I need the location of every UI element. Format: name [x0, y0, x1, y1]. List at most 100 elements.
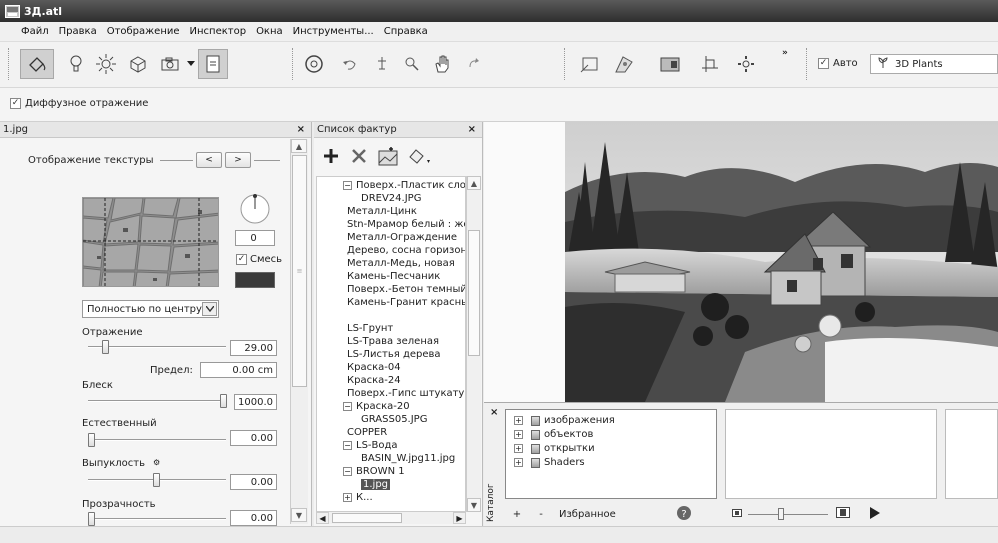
chevron-down-icon[interactable] [202, 302, 217, 316]
texture-list-item[interactable]: −Поверх.-Пластик слоистый [343, 179, 465, 192]
transparency-slider-track[interactable] [88, 518, 226, 520]
expand-icon[interactable]: + [343, 492, 352, 502]
camera-icon[interactable] [156, 49, 184, 79]
mix-checkbox[interactable]: ✓ Смесь [236, 254, 282, 265]
menu-file[interactable]: Файл [16, 26, 54, 37]
texture-list-item[interactable]: BASIN_W.jpg11.jpg [361, 452, 455, 465]
texture-list-vscrollbar[interactable]: ▲ ▼ [466, 176, 481, 512]
texture-list-item[interactable]: Дерево, сосна горизонтальная [347, 244, 465, 257]
library-selector[interactable]: 3D Plants [870, 54, 998, 74]
auto-check-box[interactable]: ✓ [818, 58, 829, 69]
large-thumbnail-icon[interactable] [835, 507, 850, 521]
scroll-up-icon[interactable]: ▲ [467, 176, 481, 190]
help-icon[interactable]: ? [676, 505, 692, 524]
catalog-folder-images[interactable]: + изображения [514, 414, 615, 427]
settings-gear-icon[interactable] [732, 49, 760, 79]
paint-bucket-icon[interactable] [20, 49, 54, 79]
expand-icon[interactable]: + [514, 416, 523, 425]
catalog-content-pane[interactable] [725, 409, 937, 499]
orbit-icon[interactable] [300, 49, 328, 79]
rotate-icon[interactable] [368, 49, 396, 79]
catalog-folder-objects[interactable]: + объектов [514, 428, 593, 441]
collapse-icon[interactable]: − [343, 180, 352, 190]
catalog-tree[interactable]: + изображения + объектов + открытки + Shader… [505, 409, 717, 499]
thumbnail-size-slider[interactable] [747, 508, 828, 520]
bump-field[interactable]: 0.00 [230, 474, 277, 490]
prev-button[interactable]: < [196, 152, 222, 168]
delete-texture-icon[interactable] [349, 146, 369, 169]
small-thumbnail-icon[interactable] [731, 508, 742, 520]
scroll-thumb[interactable] [332, 513, 402, 523]
menu-edit[interactable]: Правка [54, 26, 102, 37]
collapse-icon[interactable]: − [343, 440, 352, 450]
left-panel-scrollbar[interactable]: ▲ ≡ ▼ [290, 139, 308, 524]
texture-list-hscrollbar[interactable]: ◀ ▶ [316, 511, 466, 524]
expand-icon[interactable]: + [514, 430, 523, 439]
scroll-up-icon[interactable]: ▲ [291, 139, 307, 153]
panel-icon[interactable] [198, 49, 228, 79]
diffuse-checkbox[interactable]: ✓ Диффузное отражение [10, 98, 148, 109]
scroll-down-icon[interactable]: ▼ [467, 498, 481, 512]
collapse-icon[interactable]: − [343, 401, 352, 411]
toolbar-overflow[interactable]: » [782, 48, 788, 58]
texture-list-item[interactable]: Металл-Ограждение [347, 231, 457, 244]
undo-icon[interactable] [336, 49, 364, 79]
bump-options-icon[interactable]: ⚙ [153, 458, 160, 467]
scroll-thumb[interactable]: ≡ [292, 155, 307, 387]
redo-icon[interactable] [460, 49, 488, 79]
mix-color-swatch[interactable] [235, 272, 275, 288]
zoom-icon[interactable] [398, 49, 426, 79]
texture-list-item[interactable]: Камень-Гранит красный [347, 296, 465, 309]
close-icon[interactable]: × [490, 407, 498, 418]
menu-inspector[interactable]: Инспектор [185, 26, 252, 37]
rendered-scene[interactable] [565, 122, 998, 402]
menu-windows[interactable]: Окна [251, 26, 288, 37]
mapping-mode-select[interactable]: Полностью по центру [82, 300, 219, 318]
dropdown-arrow-icon[interactable] [185, 49, 197, 79]
reflection-field[interactable]: 29.00 [230, 340, 277, 356]
catalog-folder-cards[interactable]: + открытки [514, 442, 595, 455]
auto-checkbox[interactable]: ✓ Авто [818, 58, 858, 69]
texture-list-item[interactable]: LS-Листья дерева [347, 348, 441, 361]
render-icon[interactable] [610, 49, 638, 79]
scroll-left-icon[interactable]: ◀ [316, 512, 329, 524]
add-favorite-button[interactable]: + [509, 509, 525, 520]
texture-list-item[interactable]: Камень-Песчаник [347, 270, 440, 283]
natural-field[interactable]: 0.00 [230, 430, 277, 446]
texture-tree[interactable]: −Поверх.-Пластик слоистыйDREV24.JPG Метал… [316, 176, 466, 512]
texture-list-item[interactable]: Краска-04 [347, 361, 401, 374]
close-icon[interactable]: × [468, 124, 476, 135]
limit-field[interactable]: 0.00 cm [200, 362, 277, 378]
gloss-slider-thumb[interactable] [220, 394, 227, 408]
menu-tools[interactable]: Инструменты... [288, 26, 379, 37]
close-icon[interactable]: × [297, 124, 305, 135]
reflection-slider-thumb[interactable] [102, 340, 109, 354]
slider-thumb[interactable] [777, 508, 784, 520]
transparency-field[interactable]: 0.00 [230, 510, 277, 526]
menu-view[interactable]: Отображение [102, 26, 185, 37]
mix-check-box[interactable]: ✓ [236, 254, 247, 265]
menu-help[interactable]: Справка [379, 26, 433, 37]
gloss-field[interactable]: 1000.0 [234, 394, 277, 410]
play-icon[interactable] [869, 506, 880, 522]
gloss-slider-track[interactable] [88, 400, 226, 402]
expand-icon[interactable]: + [514, 444, 523, 453]
scroll-right-icon[interactable]: ▶ [453, 512, 466, 524]
natural-slider-thumb[interactable] [88, 433, 95, 447]
texture-list-item[interactable]: COPPER [347, 426, 387, 439]
texture-list-item[interactable]: − Краска-20 [343, 400, 410, 413]
photo-icon[interactable] [656, 49, 684, 79]
scroll-thumb[interactable] [468, 230, 480, 356]
texture-list-item[interactable]: Металл-Медь, новая [347, 257, 455, 270]
expand-icon[interactable]: + [514, 458, 523, 467]
texture-list-item[interactable]: 1.jpg [361, 478, 391, 491]
collapse-icon[interactable]: − [343, 466, 352, 476]
texture-list-item[interactable]: GRASS05.JPG [361, 413, 427, 426]
light-bulb-icon[interactable] [62, 49, 90, 79]
texture-list-item[interactable]: − BROWN 1 [343, 465, 405, 478]
remove-favorite-button[interactable]: - [533, 509, 549, 520]
texture-list-item[interactable]: DREV24.JPG [361, 192, 421, 205]
texture-list-item[interactable]: LS-Трава зеленая [347, 335, 439, 348]
transparency-slider-thumb[interactable] [88, 512, 95, 526]
rotation-field[interactable]: 0 [235, 230, 275, 246]
